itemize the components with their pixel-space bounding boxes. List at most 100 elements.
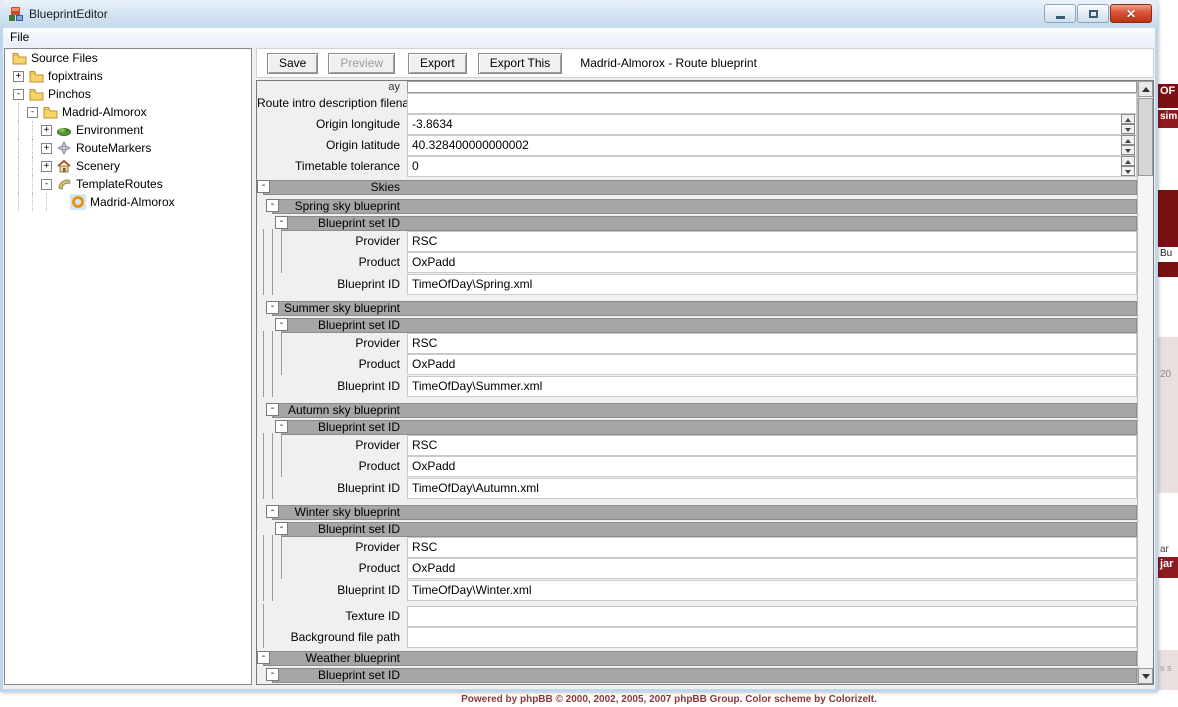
bg-fragment (1158, 190, 1178, 247)
tree-expander[interactable]: - (41, 179, 52, 190)
row-value[interactable]: OxPadd (407, 456, 1137, 477)
tree-guide-line (18, 193, 19, 211)
tree-expander[interactable]: + (41, 143, 52, 154)
folder-icon (42, 104, 58, 120)
row-label: ay (257, 81, 407, 93)
menubar: File (3, 28, 1155, 46)
tree-item[interactable]: +fopixtrains (5, 67, 251, 85)
titlebar[interactable]: BlueprintEditor ✕ (0, 0, 1158, 28)
preview-button[interactable]: Preview (328, 53, 395, 74)
templateroutes-icon (56, 176, 72, 192)
row-value[interactable]: RSC (407, 333, 1137, 354)
maximize-button[interactable] (1077, 4, 1109, 23)
collapse-button[interactable]: - (275, 420, 288, 433)
window-title: BlueprintEditor (29, 7, 108, 21)
collapse-button[interactable]: - (266, 668, 279, 681)
row-value[interactable]: 40.328400000000002 (407, 135, 1137, 156)
row-value[interactable]: -3.8634 (407, 114, 1137, 135)
tree-expander[interactable]: - (13, 89, 24, 100)
collapse-button[interactable]: - (266, 301, 279, 314)
group-header-row: -Blueprint set ID (257, 215, 1137, 231)
spinner-up-button[interactable] (1121, 114, 1135, 124)
tree-expander[interactable]: + (13, 71, 24, 82)
save-button[interactable]: Save (267, 53, 318, 74)
collapse-button[interactable]: - (257, 651, 270, 664)
row-label: Provider (257, 435, 407, 456)
row-value[interactable]: RSC (407, 435, 1137, 456)
scroll-down-button[interactable] (1138, 668, 1153, 684)
row-value[interactable] (407, 93, 1137, 114)
spinner-down-button[interactable] (1121, 145, 1135, 155)
row-value[interactable]: OxPadd (407, 558, 1137, 579)
close-button[interactable]: ✕ (1110, 4, 1152, 23)
tree-item[interactable]: - Madrid-Almorox (5, 103, 251, 121)
tree-guide-line (32, 157, 33, 175)
spinner-down-button[interactable] (1121, 166, 1135, 176)
collapse-button[interactable]: - (266, 403, 279, 416)
minimize-button[interactable] (1044, 4, 1076, 23)
row-value[interactable]: 0 (407, 156, 1137, 177)
property-row: ProviderRSC (257, 537, 1137, 558)
row-value[interactable] (407, 81, 1137, 93)
collapse-button[interactable]: - (266, 505, 279, 518)
collapse-button[interactable]: - (275, 318, 288, 331)
row-value[interactable] (407, 627, 1137, 648)
menu-item-file[interactable]: File (3, 30, 36, 44)
row-value[interactable]: TimeOfDay\Spring.xml (407, 274, 1137, 295)
tree-guide-line (32, 139, 33, 157)
row-value[interactable]: TimeOfDay\Autumn.xml (407, 478, 1137, 499)
bg-fragment: s s (1158, 662, 1178, 674)
tree-guide-line (46, 193, 47, 211)
bg-fragment: sim (1158, 110, 1178, 128)
folder-icon (11, 50, 27, 66)
folder-icon (28, 68, 44, 84)
row-label: Product (257, 354, 407, 375)
row-value[interactable]: OxPadd (407, 354, 1137, 375)
property-row: ay (257, 81, 1137, 93)
value-spinner (1121, 114, 1135, 135)
group-header-row: -Blueprint set ID (257, 667, 1137, 683)
bg-fragment (1158, 337, 1178, 493)
tree-item-label: Madrid-Almorox (62, 105, 147, 119)
value-spinner (1121, 156, 1135, 177)
row-value[interactable] (407, 606, 1137, 627)
property-row: Blueprint IDTimeOfDay\Summer.xml (257, 376, 1137, 397)
collapse-button[interactable]: - (275, 522, 288, 535)
tree-panel[interactable]: Source Files+fopixtrains-Pinchos-Madrid-… (4, 48, 252, 685)
tree-item[interactable]: Madrid-Almorox (5, 193, 251, 211)
tree-expander[interactable]: + (41, 161, 52, 172)
export-this-button[interactable]: Export This (478, 53, 562, 74)
row-value[interactable]: TimeOfDay\Winter.xml (407, 580, 1137, 601)
spinner-up-button[interactable] (1121, 156, 1135, 166)
tree-item[interactable]: - Pinchos (5, 85, 251, 103)
scroll-up-button[interactable] (1138, 81, 1153, 97)
routemarkers-icon (56, 140, 72, 156)
row-value[interactable]: RSC (407, 537, 1137, 558)
tree-item[interactable]: Source Files (5, 49, 251, 67)
collapse-button[interactable]: - (257, 180, 270, 193)
tree-guide-line (18, 175, 19, 193)
property-row: Blueprint IDTimeOfDay\Winter.xml (257, 580, 1137, 601)
row-value[interactable]: TimeOfDay\Summer.xml (407, 376, 1137, 397)
spinner-down-button[interactable] (1121, 124, 1135, 134)
tree-expander[interactable]: - (27, 107, 38, 118)
bg-fragment: Bu (1158, 247, 1178, 260)
tree-expander[interactable]: + (41, 125, 52, 136)
property-row: ProductOxPadd (257, 558, 1137, 579)
row-value[interactable]: RSC (407, 231, 1137, 252)
spinner-up-button[interactable] (1121, 135, 1135, 145)
tree-item[interactable]: +Scenery (5, 157, 251, 175)
tree-item[interactable]: +RouteMarkers (5, 139, 251, 157)
row-value[interactable]: OxPadd (407, 252, 1137, 273)
tree-item[interactable]: -TemplateRoutes (5, 175, 251, 193)
scrollbar[interactable] (1137, 81, 1153, 684)
blueprint-icon (70, 194, 86, 210)
tree-item[interactable]: +Environment (5, 121, 251, 139)
scroll-thumb[interactable] (1138, 98, 1153, 176)
row-label: Blueprint ID (257, 376, 407, 397)
tree-item-label: Pinchos (48, 87, 91, 101)
export-button[interactable]: Export (408, 53, 467, 74)
collapse-button[interactable]: - (275, 216, 288, 229)
screen: OFsimBu20arjars s Powered by phpBB © 200… (0, 0, 1178, 707)
collapse-button[interactable]: - (266, 199, 279, 212)
